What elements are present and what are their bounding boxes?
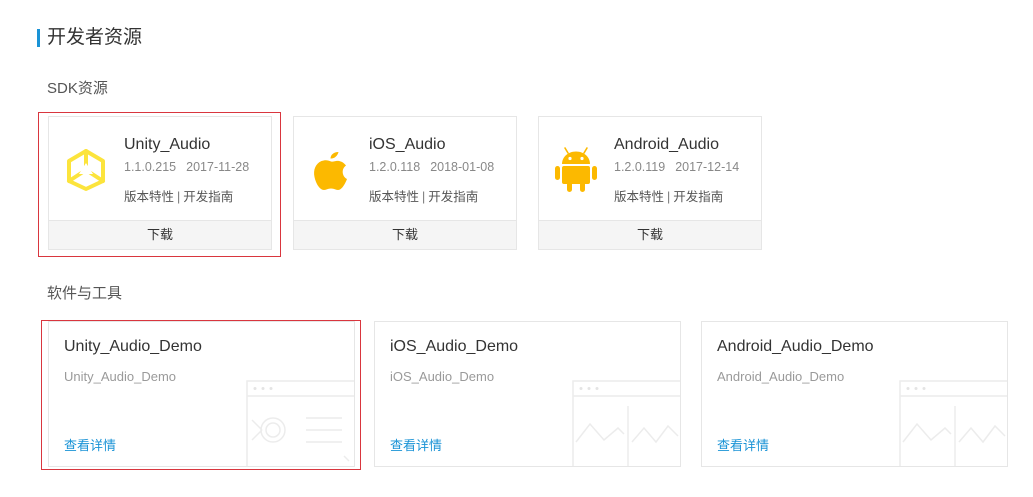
chart-illustration	[572, 380, 680, 466]
tool-subtitle: iOS_Audio_Demo	[390, 369, 495, 384]
download-button[interactable]: 下载	[539, 220, 761, 249]
download-button[interactable]: 下载	[49, 220, 271, 249]
dev-guide-link[interactable]: 开发指南	[183, 190, 233, 204]
sdk-date: 2017-12-14	[675, 160, 740, 174]
sdk-card-unity: Unity_Audio 1.1.0.215 2017-11-28 版本特性 | 开发指…	[48, 116, 272, 250]
tool-name: Unity_Audio_Demo	[64, 338, 202, 355]
dev-guide-link[interactable]: 开发指南	[428, 190, 478, 204]
android-icon	[555, 147, 597, 192]
view-details-link[interactable]: 查看详情	[64, 435, 116, 454]
tool-name: iOS_Audio_Demo	[390, 338, 519, 355]
sdk-version-info: 1.1.0.215 2017-11-28	[124, 160, 249, 174]
download-button[interactable]: 下载	[294, 220, 516, 249]
sdk-name: Android_Audio	[614, 136, 719, 153]
sdk-date: 2017-11-28	[186, 160, 250, 174]
tool-name: Android_Audio_Demo	[717, 338, 874, 355]
sdk-name: iOS_Audio	[369, 136, 446, 153]
sdk-links: 版本特性 | 开发指南	[124, 186, 233, 205]
apple-icon	[314, 152, 347, 190]
sdk-links: 版本特性 | 开发指南	[369, 186, 478, 205]
dev-guide-link[interactable]: 开发指南	[673, 190, 723, 204]
sdk-name: Unity_Audio	[124, 136, 211, 153]
tools-section-label: 软件与工具	[47, 285, 123, 302]
release-notes-link[interactable]: 版本特性	[369, 190, 419, 204]
link-separator: |	[667, 190, 671, 204]
chart-illustration	[899, 380, 1007, 466]
tool-card-android-demo: Android_Audio_Demo Android_Audio_Demo 查看…	[701, 321, 1008, 467]
link-separator: |	[177, 190, 181, 204]
sdk-section-label: SDK资源	[47, 80, 108, 97]
sdk-links: 版本特性 | 开发指南	[614, 186, 723, 205]
sdk-version: 1.2.0.119	[614, 160, 666, 174]
tool-subtitle: Unity_Audio_Demo	[64, 369, 177, 384]
sdk-version-info: 1.2.0.119 2017-12-14	[614, 160, 739, 174]
tool-card-ios-demo: iOS_Audio_Demo iOS_Audio_Demo 查看详情	[374, 321, 681, 467]
view-details-link[interactable]: 查看详情	[390, 435, 442, 454]
title-accent-bar	[37, 29, 40, 47]
window-illustration	[246, 380, 354, 466]
tool-card-unity-demo: Unity_Audio_Demo Unity_Audio_Demo 查看详情	[48, 321, 355, 467]
sdk-version: 1.1.0.215	[124, 160, 177, 174]
link-separator: |	[422, 190, 426, 204]
release-notes-link[interactable]: 版本特性	[124, 190, 174, 204]
sdk-card-ios: iOS_Audio 1.2.0.118 2018-01-08 版本特性 | 开发指南 …	[293, 116, 517, 250]
page-title: 开发者资源	[47, 27, 143, 48]
sdk-date: 2018-01-08	[430, 160, 495, 174]
sdk-version-info: 1.2.0.118 2018-01-08	[369, 160, 494, 174]
unity-icon	[67, 149, 105, 191]
sdk-version: 1.2.0.118	[369, 160, 421, 174]
sdk-card-android: Android_Audio 1.2.0.119 2017-12-14 版本特性 | 开…	[538, 116, 762, 250]
release-notes-link[interactable]: 版本特性	[614, 190, 664, 204]
view-details-link[interactable]: 查看详情	[717, 435, 769, 454]
tool-subtitle: Android_Audio_Demo	[717, 369, 845, 384]
